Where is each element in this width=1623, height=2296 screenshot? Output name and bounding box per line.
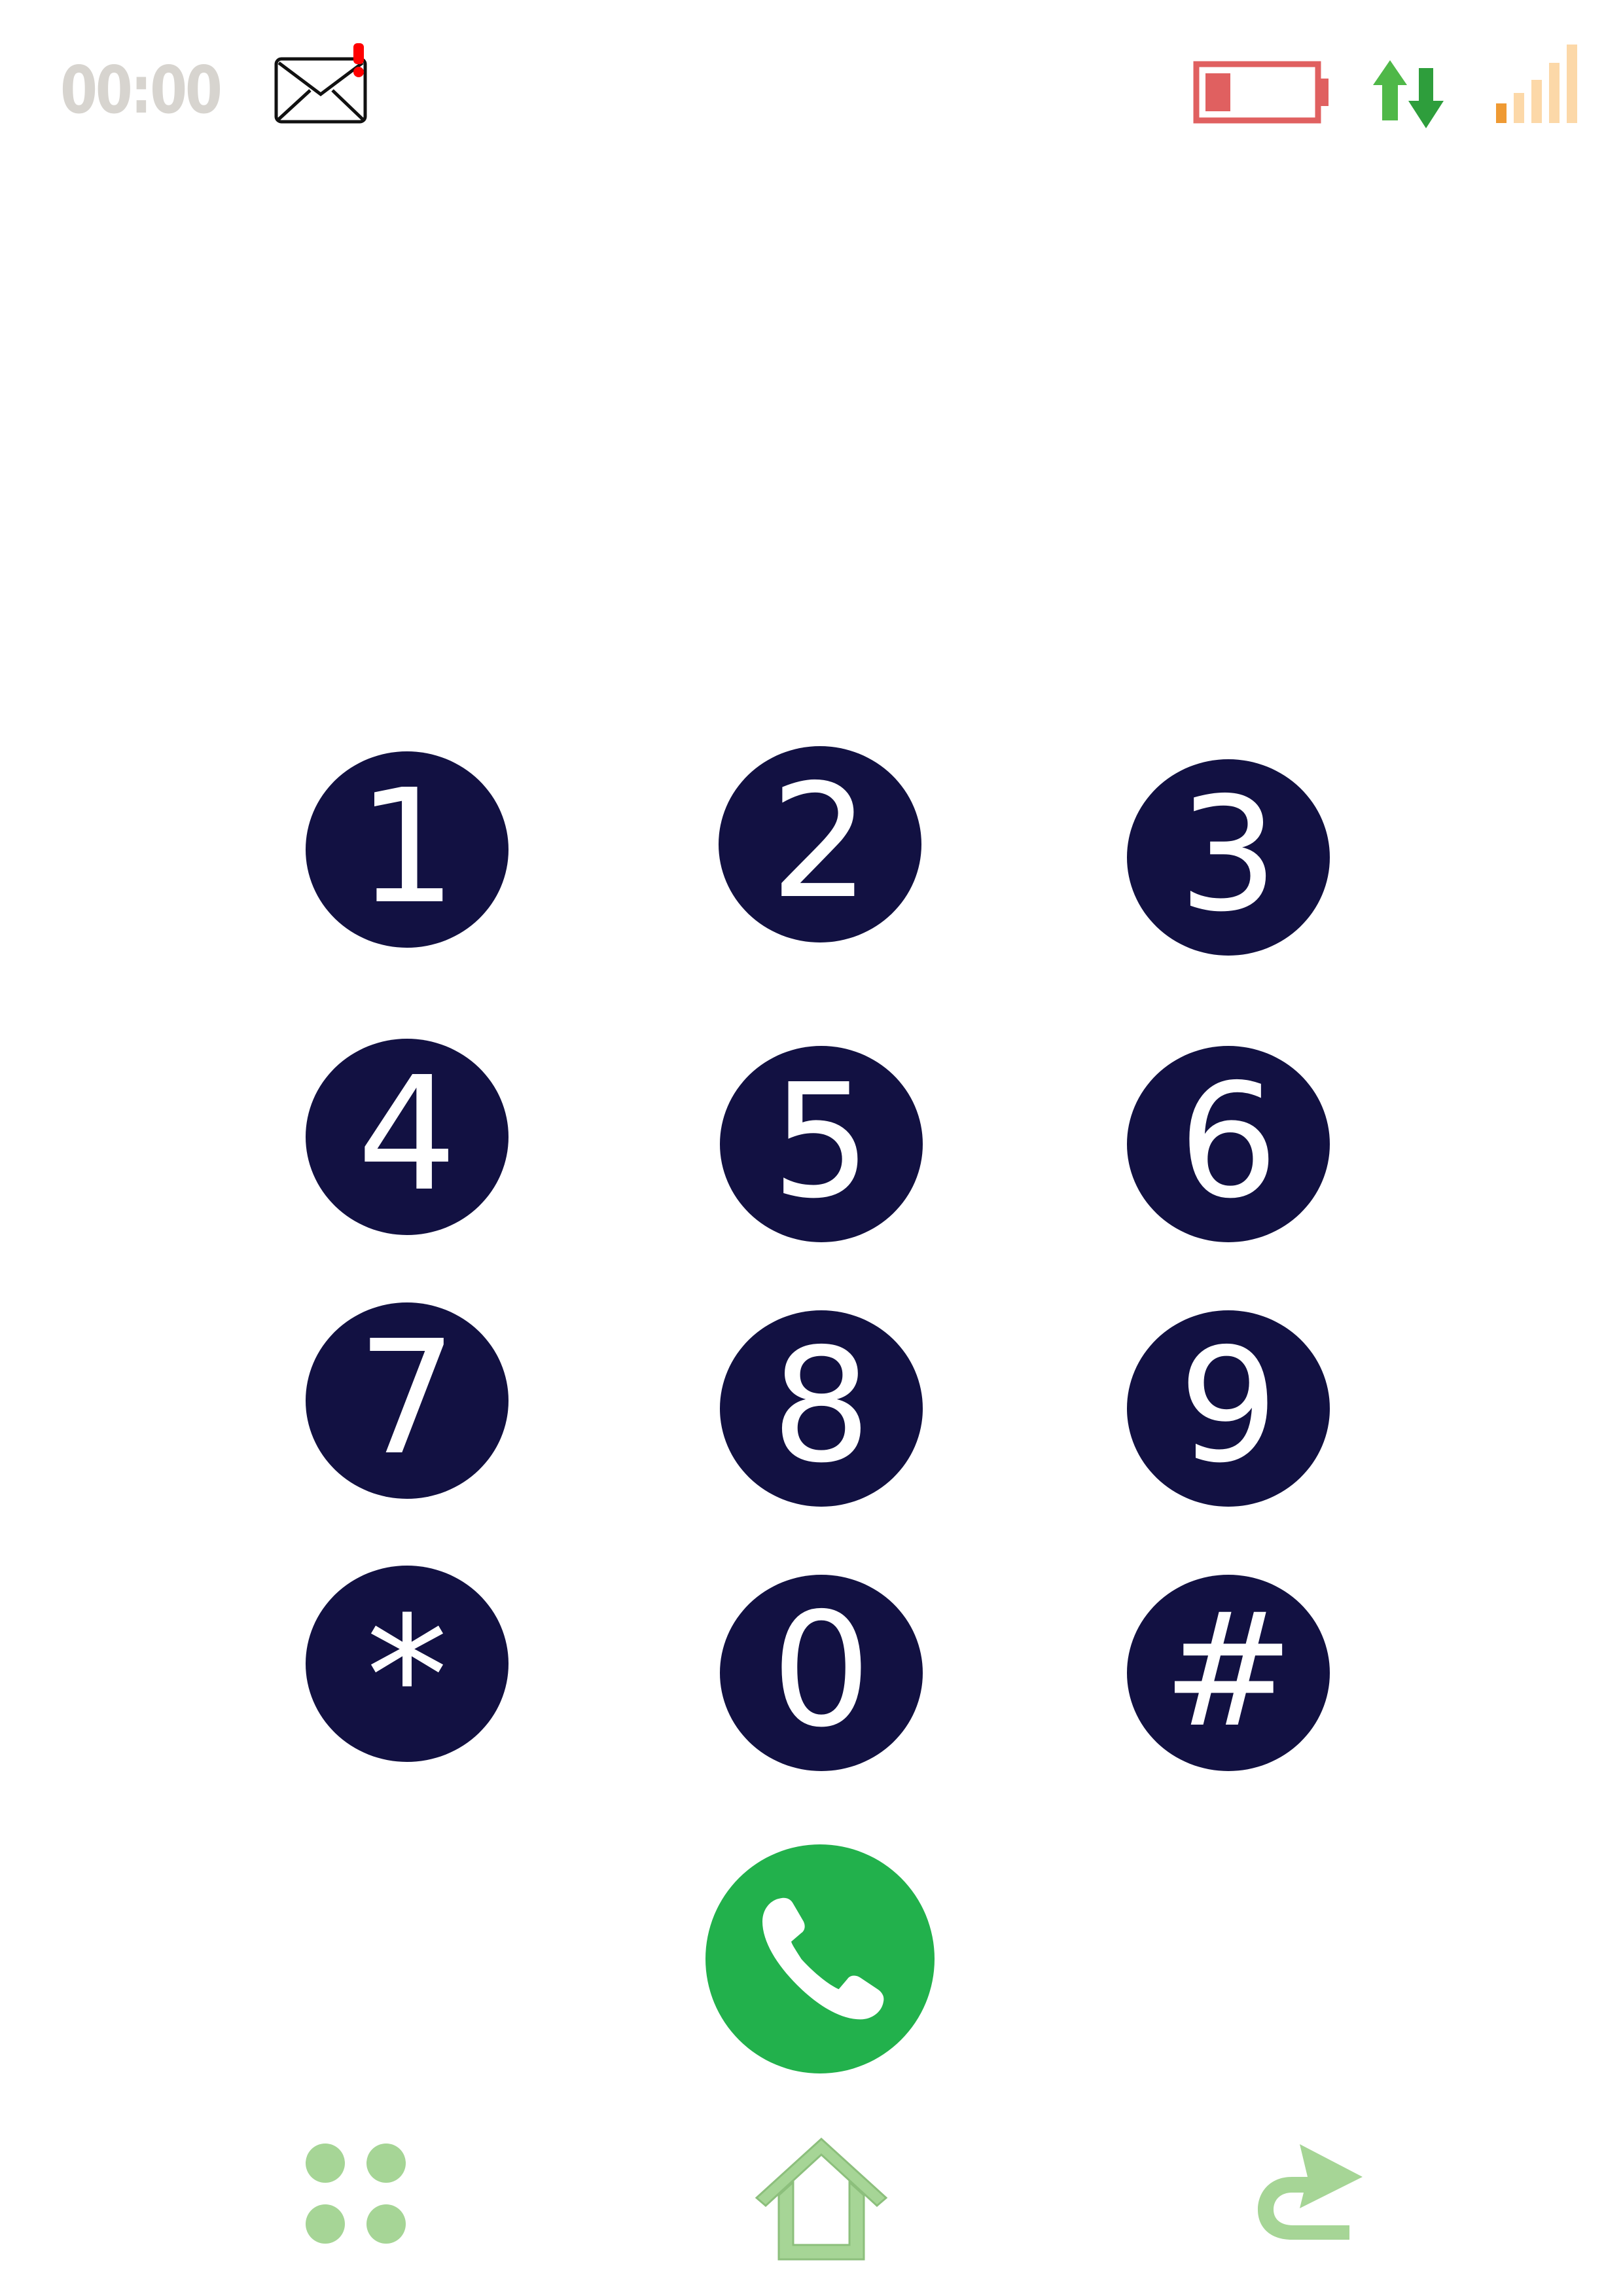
key-0[interactable]: 0: [720, 1575, 923, 1771]
key-8-label: 8: [771, 1314, 872, 1498]
back-arrow-icon[interactable]: [1251, 2140, 1369, 2251]
key-4-label: 4: [357, 1043, 457, 1226]
call-button[interactable]: [705, 1844, 935, 2073]
key-7-label: 7: [357, 1306, 457, 1490]
key-0-label: 0: [771, 1579, 872, 1762]
key-2-label: 2: [770, 750, 870, 933]
key-3[interactable]: 3: [1127, 759, 1330, 956]
key-2[interactable]: 2: [719, 746, 921, 942]
key-5[interactable]: 5: [720, 1046, 923, 1242]
key-1-label: 1: [357, 755, 457, 939]
mail-notification-icon[interactable]: [274, 41, 372, 126]
phone-handset-icon: [762, 1897, 884, 2020]
key-6[interactable]: 6: [1127, 1046, 1330, 1242]
home-icon[interactable]: [753, 2135, 890, 2266]
data-transfer-icon: [1373, 60, 1444, 128]
key-7[interactable]: 7: [306, 1302, 508, 1499]
status-bar: 00:00: [0, 0, 1623, 183]
key-1[interactable]: 1: [306, 751, 508, 948]
key-4[interactable]: 4: [306, 1039, 508, 1235]
key-8[interactable]: 8: [720, 1310, 923, 1507]
key-9[interactable]: 9: [1127, 1310, 1330, 1507]
signal-strength-icon: [1496, 45, 1577, 123]
key-star-label: *: [366, 1581, 448, 1772]
apps-grid-icon[interactable]: [302, 2140, 414, 2251]
status-time: 00:00: [60, 52, 223, 128]
key-5-label: 5: [771, 1050, 872, 1233]
key-hash-label: #: [1162, 1579, 1294, 1762]
key-3-label: 3: [1178, 763, 1279, 946]
key-hash[interactable]: #: [1127, 1575, 1330, 1771]
key-6-label: 6: [1178, 1050, 1279, 1233]
key-9-label: 9: [1178, 1314, 1279, 1498]
key-star[interactable]: *: [306, 1566, 508, 1762]
battery-low-icon: [1193, 61, 1329, 124]
